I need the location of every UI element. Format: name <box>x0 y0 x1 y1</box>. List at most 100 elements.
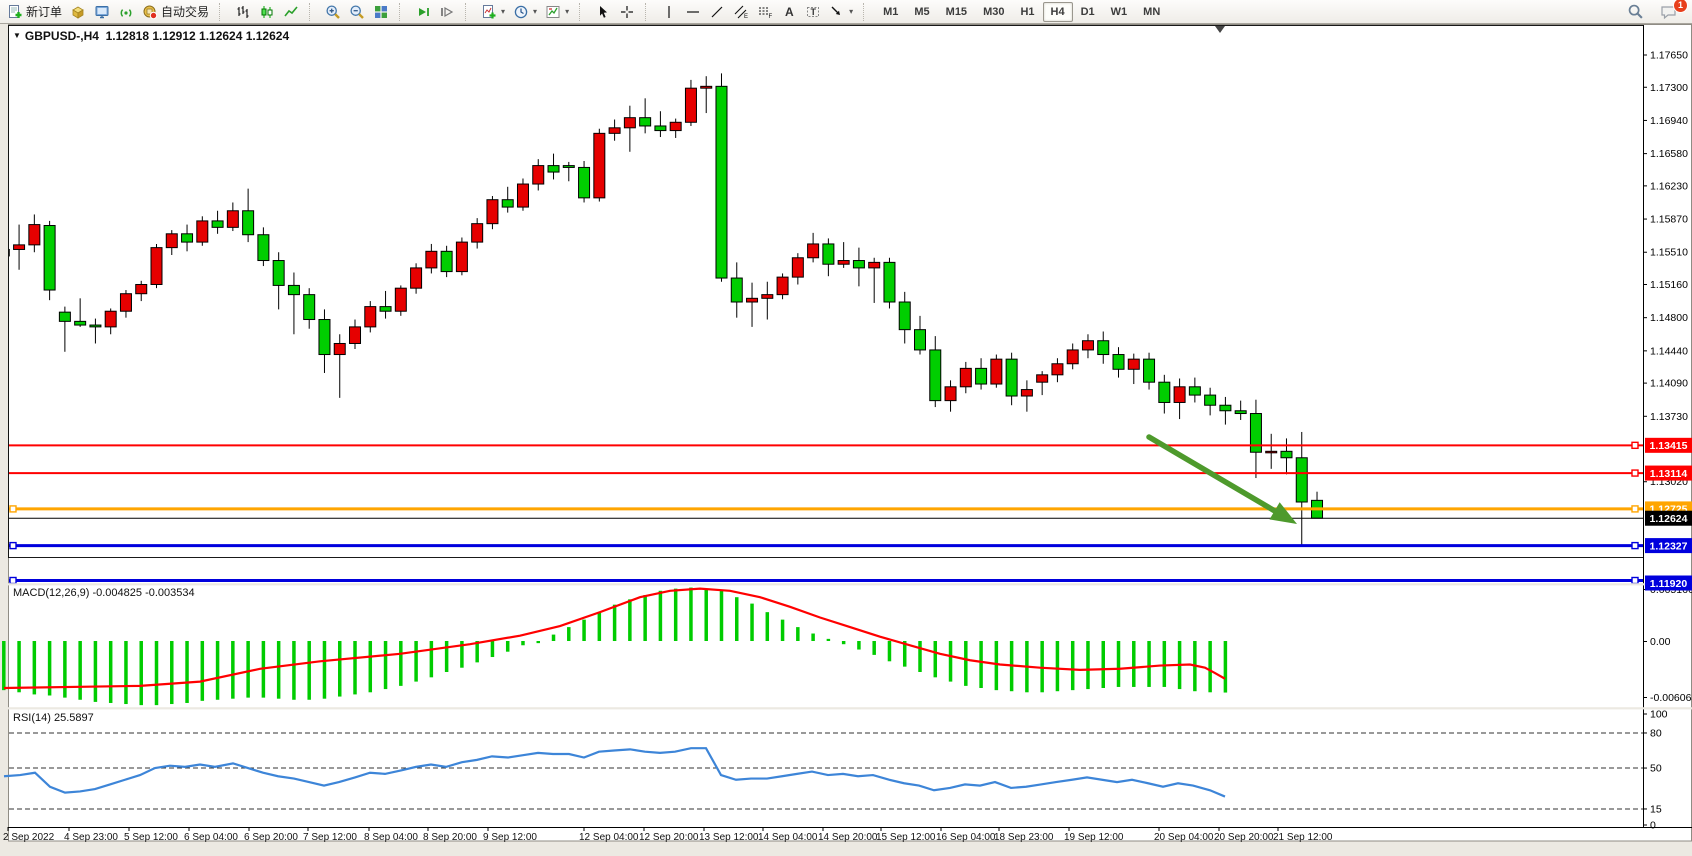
line-endpoint-marker <box>1632 578 1638 584</box>
chart-ohlc-values: 1.12818 1.12912 1.12624 1.12624 <box>106 29 290 43</box>
timeframe-bar: M1 M5 M15 M30 H1 H4 D1 W1 MN <box>872 1 1171 23</box>
line-chart-button[interactable] <box>279 2 303 22</box>
timeframe-m1-button[interactable]: M1 <box>875 2 906 22</box>
tile-windows-button[interactable] <box>369 2 393 22</box>
date-axis-label: 14 Sep 04:00 <box>758 832 818 843</box>
mt4-window: { "toolbar": { "new_order_label": "新订单",… <box>0 0 1692 851</box>
templates-button[interactable]: ▾ <box>541 2 573 22</box>
macd-axis-label: -0.006064 <box>1650 692 1692 704</box>
date-axis-label: 4 Sep 23:00 <box>64 832 118 843</box>
line-endpoint-marker <box>1632 543 1638 549</box>
line-endpoint-marker <box>10 506 16 512</box>
indicators-button[interactable]: ▾ <box>477 2 509 22</box>
timeframe-h4-button[interactable]: H4 <box>1043 2 1073 22</box>
timeframe-m15-button[interactable]: M15 <box>938 2 975 22</box>
date-axis-label: 14 Sep 20:00 <box>818 832 878 843</box>
price-axis-tick: 1.16230 <box>1650 180 1688 192</box>
fibonacci-tool-button[interactable]: F <box>753 2 777 22</box>
timeframe-mn-button[interactable]: MN <box>1135 2 1168 22</box>
candlestick-chart-icon <box>259 4 275 20</box>
price-axis-tick: 1.17300 <box>1650 82 1688 94</box>
vertical-line-tool-button[interactable] <box>657 2 681 22</box>
crosshair-tool-button[interactable] <box>615 2 639 22</box>
date-axis-label: 12 Sep 04:00 <box>579 832 639 843</box>
date-axis-label: 21 Sep 12:00 <box>1273 832 1333 843</box>
gold-cube-icon <box>70 4 86 20</box>
date-axis-label: 2 Sep 2022 <box>3 832 55 843</box>
date-axis-label: 19 Sep 12:00 <box>1064 832 1124 843</box>
new-order-icon <box>7 4 23 20</box>
chart-symbol-title: ▼GBPUSD-,H4 1.12818 1.12912 1.12624 1.12… <box>13 29 289 43</box>
text-label-tool-button[interactable]: T <box>801 2 825 22</box>
zoom-in-button[interactable] <box>321 2 345 22</box>
timeframe-h1-button[interactable]: H1 <box>1012 2 1042 22</box>
crosshair-icon <box>619 4 635 20</box>
timeframe-d1-button[interactable]: D1 <box>1073 2 1103 22</box>
tile-windows-icon <box>373 4 389 20</box>
notifications-button[interactable]: 1 <box>1656 2 1682 22</box>
level-price-badge: 1.11920 <box>1645 576 1692 591</box>
date-axis-label: 20 Sep 04:00 <box>1154 832 1214 843</box>
timeframe-m30-button[interactable]: M30 <box>975 2 1012 22</box>
chart-shift-icon <box>439 4 455 20</box>
new-order-button[interactable]: 新订单 <box>3 1 66 22</box>
date-axis-label: 6 Sep 20:00 <box>244 832 298 843</box>
toolbar-separator <box>579 3 585 21</box>
date-axis-label: 9 Sep 12:00 <box>483 832 537 843</box>
cursor-tool-button[interactable] <box>591 2 615 22</box>
pane-separator[interactable] <box>8 583 1692 585</box>
line-endpoint-marker <box>1632 442 1638 448</box>
periods-button[interactable]: ▾ <box>509 2 541 22</box>
price-axis-tick: 1.14800 <box>1650 312 1688 324</box>
data-window-button[interactable] <box>90 2 114 22</box>
price-axis-tick: 1.15510 <box>1650 247 1688 259</box>
text-tool-button[interactable]: A <box>777 2 801 22</box>
search-button[interactable] <box>1623 1 1648 22</box>
timeframe-m5-button[interactable]: M5 <box>906 2 937 22</box>
trendline-tool-button[interactable] <box>705 2 729 22</box>
rsi-axis-label: 0 <box>1650 820 1656 832</box>
rsi-axis-label: 100 <box>1650 709 1668 721</box>
pane-separator[interactable] <box>8 707 1692 709</box>
line-endpoint-marker <box>10 543 16 549</box>
date-axis-label: 8 Sep 04:00 <box>364 832 418 843</box>
zoom-out-button[interactable] <box>345 2 369 22</box>
horizontal-line-icon <box>685 4 701 20</box>
date-axis-label: 12 Sep 20:00 <box>639 832 699 843</box>
date-axis-label: 7 Sep 12:00 <box>303 832 357 843</box>
zoom-in-icon <box>325 4 341 20</box>
trendline-icon <box>709 4 725 20</box>
chart-canvas[interactable]: 1.176501.173001.169401.165801.162301.158… <box>0 0 1692 851</box>
date-axis-label: 13 Sep 12:00 <box>699 832 759 843</box>
auto-scroll-button[interactable] <box>411 2 435 22</box>
clock-icon <box>513 4 529 20</box>
chart-shift-button[interactable] <box>435 2 459 22</box>
current-price-badge: 1.12624 <box>1645 511 1692 526</box>
equidistant-channel-icon: E <box>733 4 749 20</box>
timeframe-w1-button[interactable]: W1 <box>1103 2 1136 22</box>
indicators-icon <box>481 4 497 20</box>
candle-chart-button[interactable] <box>255 2 279 22</box>
toolbar: 新订单 自动交易 ▾ ▾ ▾ E F <box>0 0 1692 24</box>
date-axis-label: 16 Sep 04:00 <box>936 832 996 843</box>
date-axis-label: 6 Sep 04:00 <box>184 832 238 843</box>
market-watch-button[interactable] <box>66 2 90 22</box>
autotrading-button[interactable]: 自动交易 <box>138 1 213 22</box>
bar-chart-button[interactable] <box>231 2 255 22</box>
signals-button[interactable] <box>114 2 138 22</box>
arrows-tool-button[interactable]: ▾ <box>825 2 857 22</box>
quick-trade-collapse-icon[interactable]: ▼ <box>13 31 21 40</box>
level-price-badge: 1.12327 <box>1645 538 1692 553</box>
svg-text:1.12624: 1.12624 <box>1650 513 1688 525</box>
svg-text:E: E <box>744 14 748 20</box>
signal-icon <box>118 4 134 20</box>
fibonacci-icon: F <box>757 4 773 20</box>
dropdown-caret-icon: ▾ <box>501 7 505 16</box>
notification-badge: 1 <box>1673 0 1688 13</box>
horizontal-line-tool-button[interactable] <box>681 2 705 22</box>
svg-text:1.11920: 1.11920 <box>1650 578 1688 590</box>
toolbar-separator <box>219 3 225 21</box>
auto-scroll-icon <box>415 4 431 20</box>
level-price-badge: 1.13114 <box>1645 466 1692 481</box>
channel-tool-button[interactable]: E <box>729 2 753 22</box>
